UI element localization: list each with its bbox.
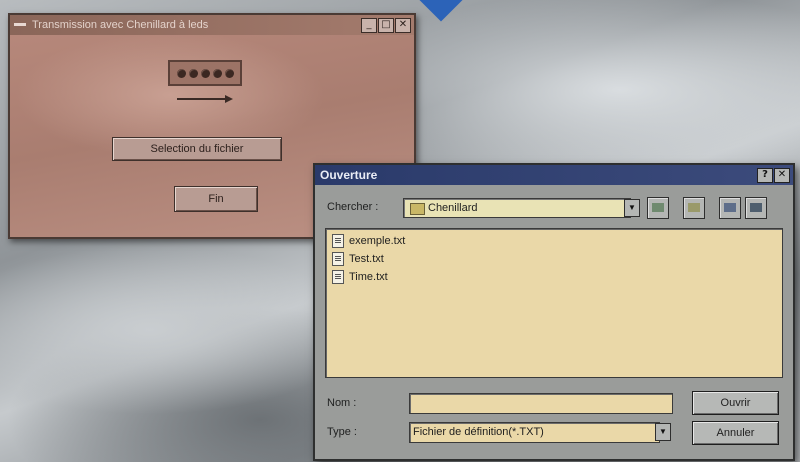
window-title: Transmission avec Chenillard à leds [32,19,209,31]
file-type-label: Type : [327,426,357,438]
list-view-icon [724,203,736,212]
cancel-button[interactable]: Annuler [692,421,779,445]
open-button[interactable]: Ouvrir [692,391,779,415]
new-folder-icon [688,203,700,212]
window-titlebar[interactable]: Transmission avec Chenillard à leds _ □ … [10,15,414,35]
led-icon [188,68,198,78]
system-menu-icon[interactable] [14,23,26,26]
led-icon [224,68,234,78]
look-in-chevron-down-icon[interactable]: ▼ [624,199,640,217]
dialog-titlebar[interactable]: Ouverture ? ✕ [315,165,793,185]
file-type-chevron-down-icon[interactable]: ▼ [655,423,671,441]
right-arrow-icon [177,95,233,103]
details-view-button[interactable] [745,197,767,219]
help-button[interactable]: ? [757,168,773,183]
led-icon [200,68,210,78]
file-name: Test.txt [349,253,384,265]
dialog-title: Ouverture [320,168,378,182]
fin-button[interactable]: Fin [174,186,258,212]
text-file-icon [332,234,344,249]
look-in-label: Chercher : [327,201,379,213]
close-button[interactable]: ✕ [395,18,411,33]
file-type-value: Fichier de définition(*.TXT) [413,426,544,438]
blue-diamond-decoration [408,0,474,22]
file-list[interactable]: exemple.txt Test.txt Time.txt [325,228,783,378]
up-folder-icon [652,203,664,212]
list-item[interactable]: Time.txt [332,269,388,285]
led-icon [176,68,186,78]
maximize-button[interactable]: □ [378,18,394,33]
details-view-icon [750,203,762,212]
dialog-close-button[interactable]: ✕ [774,168,790,183]
folder-icon [410,203,425,215]
file-name-label: Nom : [327,397,357,409]
file-type-select[interactable]: Fichier de définition(*.TXT) [409,422,660,443]
up-folder-button[interactable] [647,197,669,219]
file-name: Time.txt [349,271,388,283]
led-icon [212,68,222,78]
file-name: exemple.txt [349,235,406,247]
minimize-button[interactable]: _ [361,18,377,33]
text-file-icon [332,270,344,285]
look-in-value: Chenillard [428,202,478,214]
led-display [168,60,242,86]
list-view-button[interactable] [719,197,741,219]
list-item[interactable]: Test.txt [332,251,384,267]
select-file-button[interactable]: Selection du fichier [112,137,282,161]
text-file-icon [332,252,344,267]
look-in-dropdown[interactable]: Chenillard [403,198,631,218]
open-file-dialog: Ouverture ? ✕ Chercher : Chenillard ▼ ex… [313,163,795,461]
list-item[interactable]: exemple.txt [332,233,405,249]
file-name-field[interactable] [409,393,673,414]
new-folder-button[interactable] [683,197,705,219]
